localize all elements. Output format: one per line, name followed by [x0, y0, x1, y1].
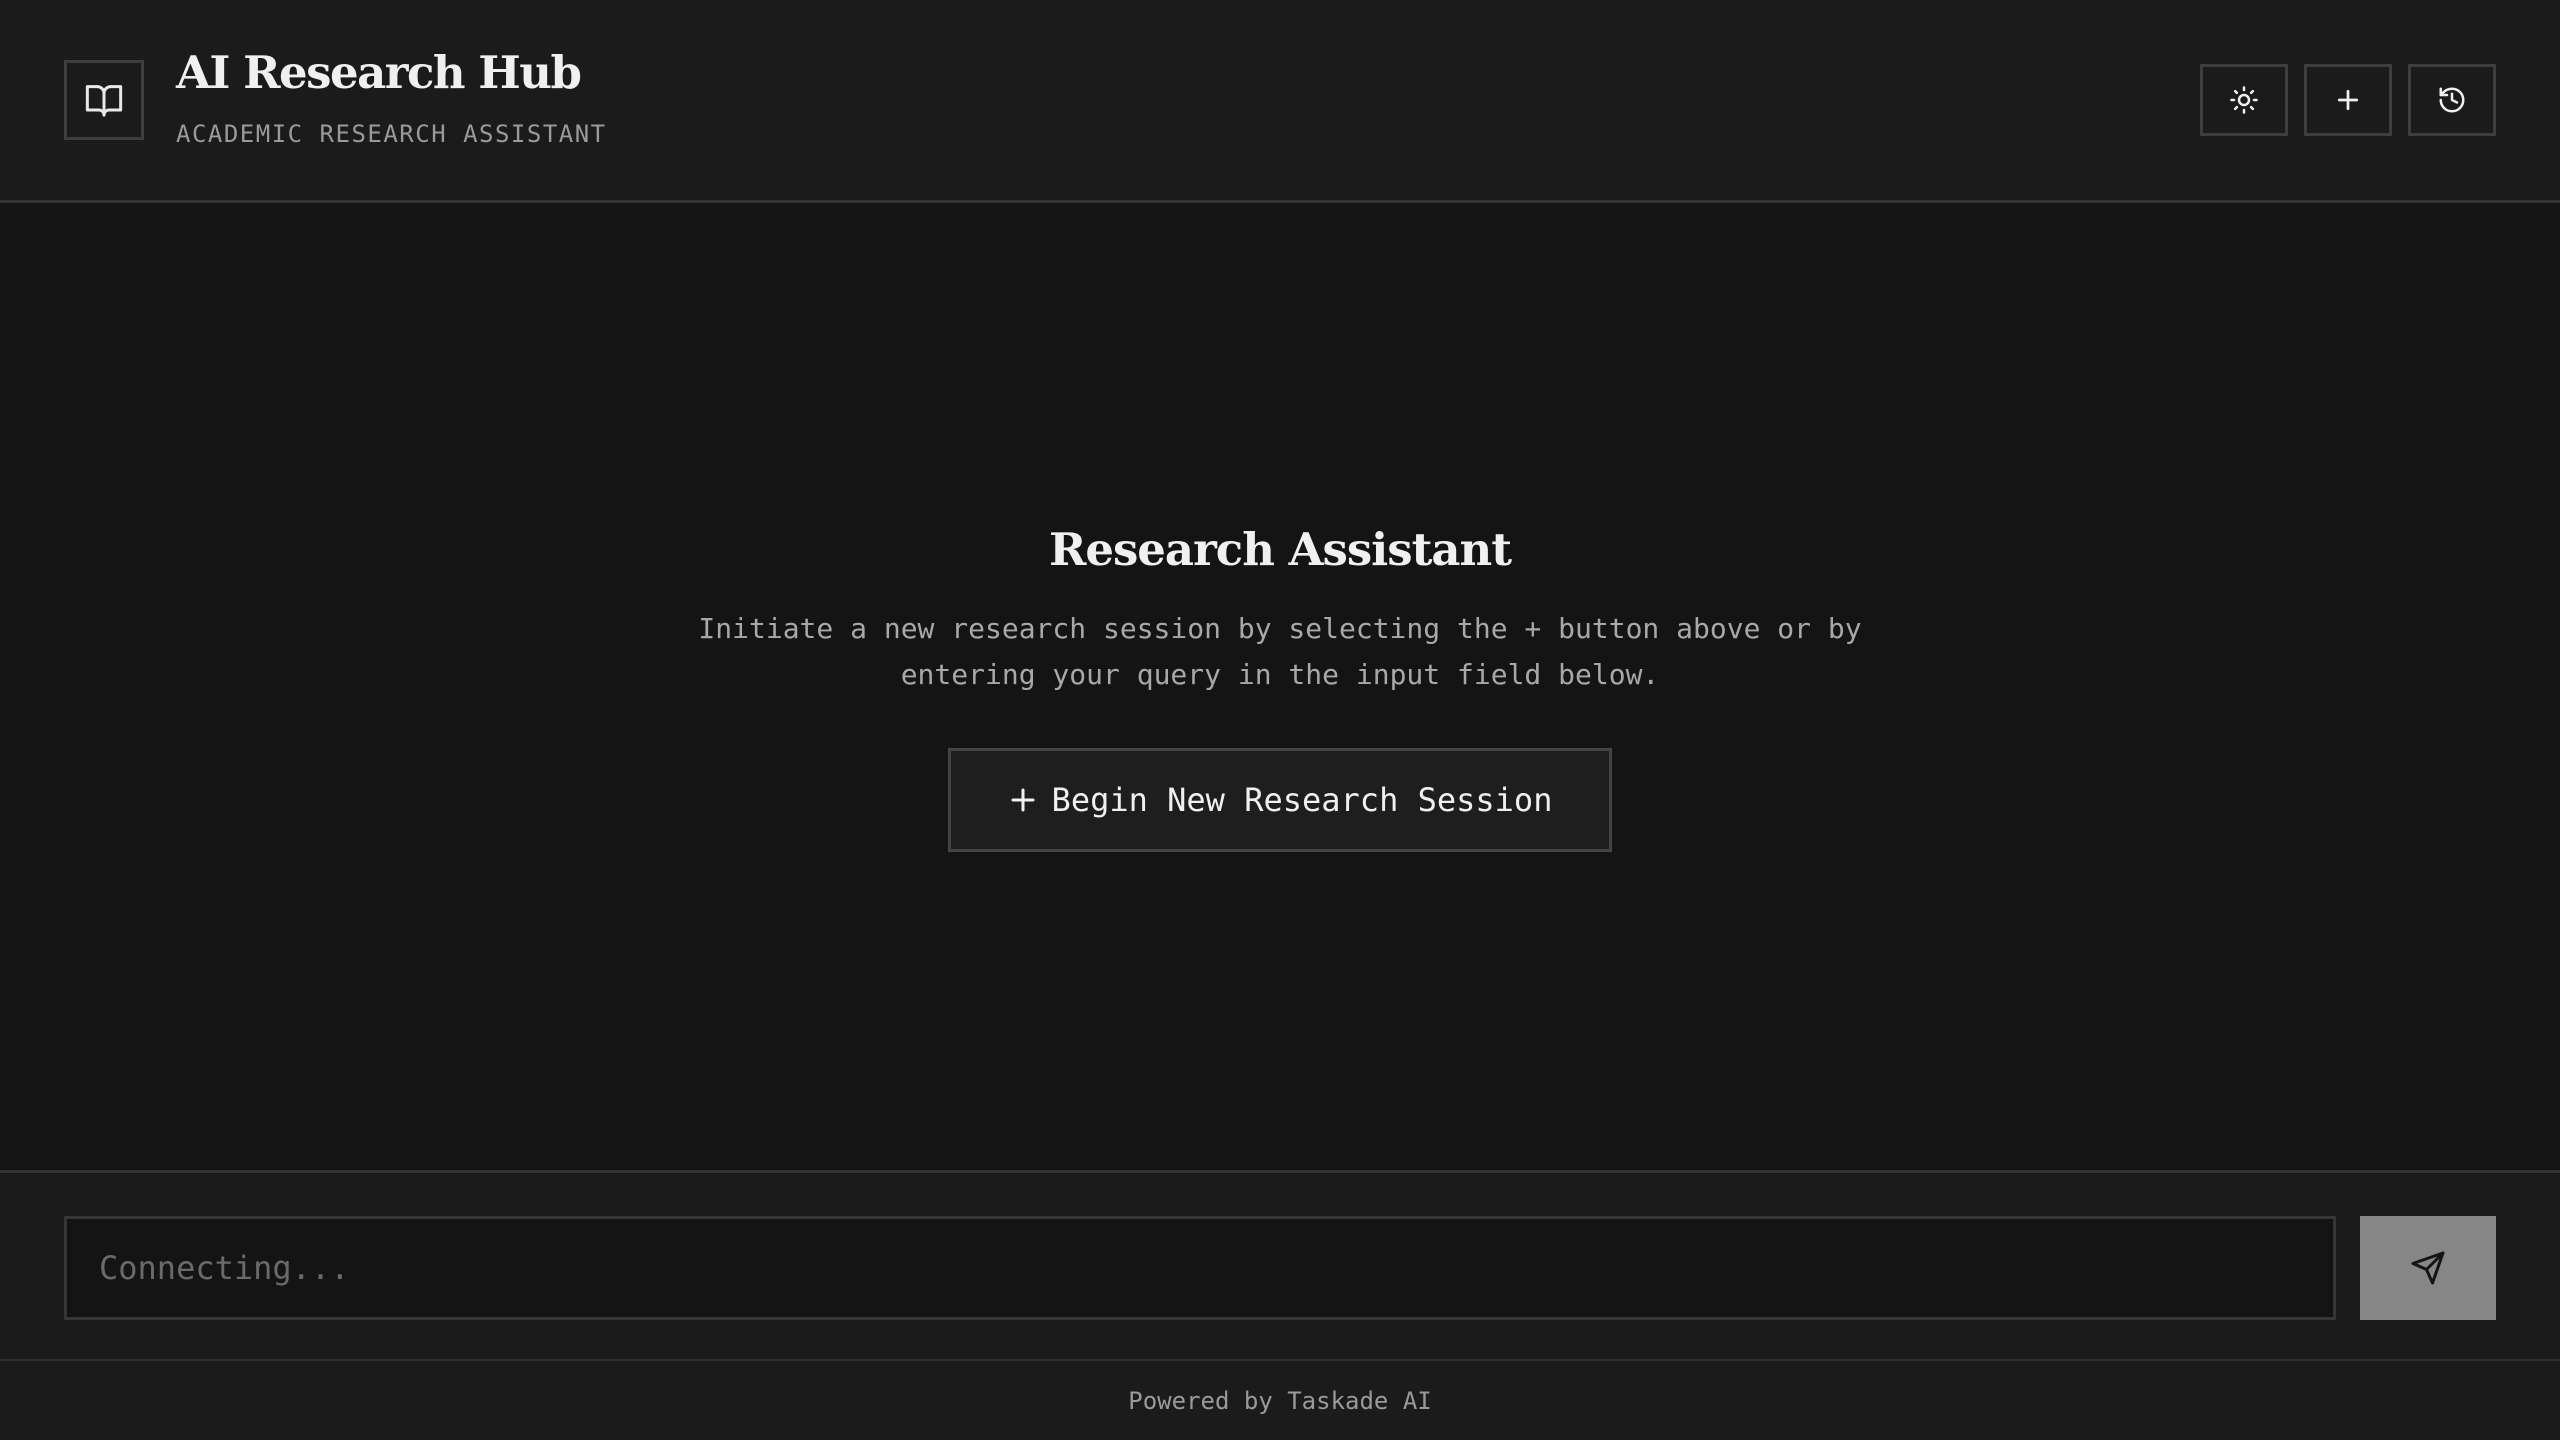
app-header: AI Research Hub ACADEMIC RESEARCH ASSIST…: [0, 0, 2560, 203]
new-session-button[interactable]: [2304, 64, 2392, 136]
app-footer: Powered by Taskade AI: [0, 1359, 2560, 1440]
sun-icon: [2229, 85, 2259, 115]
chat-area: Research Assistant Initiate a new resear…: [0, 203, 2560, 1170]
plus-icon: [1008, 785, 1038, 815]
begin-session-button[interactable]: Begin New Research Session: [948, 748, 1612, 852]
send-icon: [2410, 1250, 2446, 1286]
plus-icon: [2333, 85, 2363, 115]
begin-session-label: Begin New Research Session: [1051, 781, 1553, 819]
footer-credit: Powered by Taskade AI: [1128, 1386, 1432, 1415]
history-button[interactable]: [2408, 64, 2496, 136]
query-input[interactable]: [64, 1216, 2336, 1320]
empty-state-description: Initiate a new research session by selec…: [698, 612, 1862, 691]
history-icon: [2437, 85, 2467, 115]
send-button[interactable]: [2360, 1216, 2496, 1320]
empty-state-title: Research Assistant: [1048, 523, 1512, 576]
composer-bar: [0, 1170, 2560, 1359]
app-logo: [64, 60, 144, 140]
app-subtitle: ACADEMIC RESEARCH ASSISTANT: [176, 120, 607, 148]
theme-toggle-button[interactable]: [2200, 64, 2288, 136]
app-root: AI Research Hub ACADEMIC RESEARCH ASSIST…: [0, 0, 2560, 1440]
book-open-icon: [84, 80, 124, 120]
app-title: AI Research Hub: [176, 46, 582, 99]
